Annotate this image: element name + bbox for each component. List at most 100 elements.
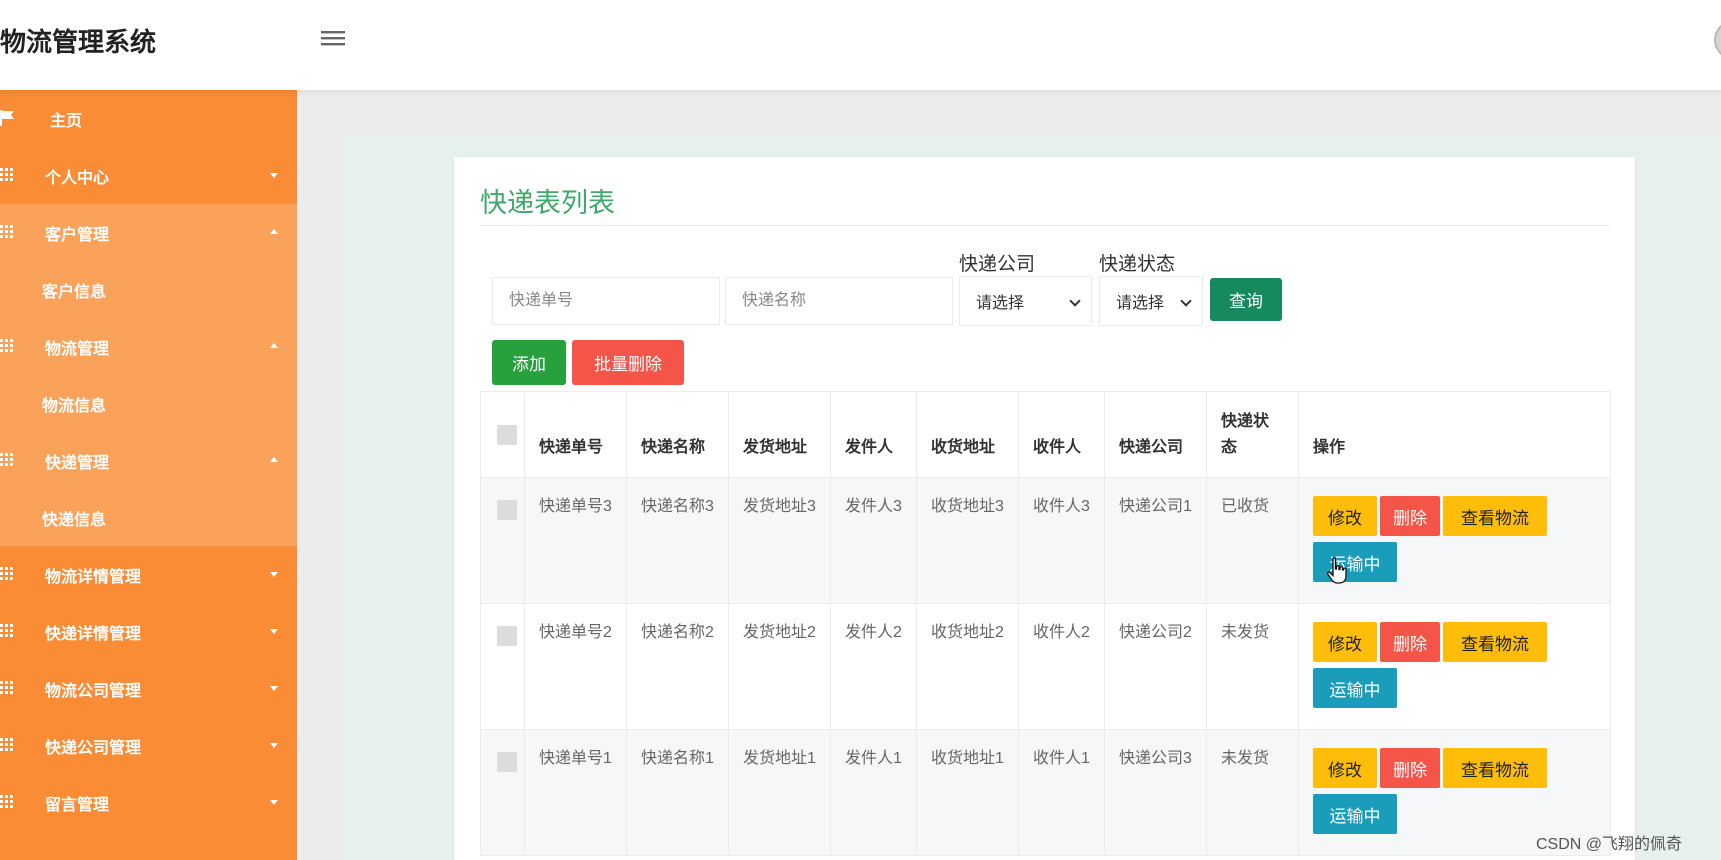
column-header: 快递单号 (524, 391, 627, 478)
delete-button[interactable]: 删除 (1380, 748, 1440, 788)
view-logistics-button[interactable]: 查看物流 (1443, 748, 1547, 788)
view-logistics-button[interactable]: 查看物流 (1443, 496, 1547, 536)
delete-button[interactable]: 删除 (1380, 622, 1440, 662)
grid-icon (0, 680, 16, 696)
sidebar-item-logistics-management[interactable]: 物流管理 (0, 318, 297, 375)
sidebar-item-label: 快递信息 (42, 511, 107, 529)
batch-delete-button[interactable]: 批量删除 (572, 340, 684, 385)
express-name-input[interactable] (725, 277, 953, 325)
column-header: 快递公司 (1104, 391, 1207, 478)
chevron-down-icon (1069, 295, 1081, 307)
status-select[interactable]: 请选择 (1099, 276, 1203, 326)
row-checkbox[interactable] (497, 626, 517, 646)
cell-number: 快递单号2 (524, 603, 627, 730)
sidebar-item-personal-center[interactable]: 个人中心 (0, 147, 297, 204)
row-select-cell (480, 477, 525, 604)
query-button[interactable]: 查询 (1210, 278, 1282, 321)
title-divider (480, 225, 1610, 226)
avatar[interactable] (1714, 20, 1721, 60)
flag-icon (0, 110, 16, 126)
company-select[interactable]: 请选择 (959, 276, 1092, 326)
cell-name: 快递名称2 (626, 603, 729, 730)
sidebar-item-label: 快递管理 (45, 454, 110, 472)
cell-company: 快递公司2 (1104, 603, 1207, 730)
row-checkbox[interactable] (497, 752, 517, 772)
sidebar: 主页 个人中心 客户管理 客户信息 物流管理 物流信息 快递管理 快递信息 物流… (0, 90, 297, 860)
sidebar-item-logistics-detail-management[interactable]: 物流详情管理 (0, 546, 297, 603)
in-transit-button[interactable]: 运输中 (1313, 668, 1397, 708)
company-filter-label: 快递公司 (959, 254, 1036, 275)
list-card: 快递表列表 快递公司 请选择 快递状态 请选择 查询 添加 批量删除 快递单号 … (454, 157, 1635, 860)
cell-number: 快递单号3 (524, 477, 627, 604)
cell-company: 快递公司3 (1104, 729, 1207, 856)
table-row: 快递单号2 快递名称2 发货地址2 发件人2 收货地址2 收件人2 快递公司2 … (480, 603, 1611, 730)
express-number-input[interactable] (492, 277, 720, 325)
grid-icon (0, 737, 16, 753)
company-select-value: 请选择 (976, 295, 1025, 312)
sidebar-item-customer-info[interactable]: 客户信息 (0, 261, 297, 318)
grid-icon (0, 452, 16, 468)
sidebar-item-label: 快递详情管理 (45, 625, 142, 643)
menu-toggle-button[interactable] (318, 24, 348, 52)
cell-from-address: 发货地址2 (728, 603, 831, 730)
chevron-down-icon (270, 743, 278, 748)
sidebar-item-label: 留言管理 (45, 796, 110, 814)
status-select-value: 请选择 (1116, 295, 1165, 312)
chevron-down-icon (270, 686, 278, 691)
cell-from-address: 发货地址3 (728, 477, 831, 604)
sidebar-item-customer-management[interactable]: 客户管理 (0, 204, 297, 261)
cell-from-address: 发货地址1 (728, 729, 831, 856)
cell-to-address: 收货地址2 (916, 603, 1019, 730)
grid-icon (0, 566, 16, 582)
grid-icon (0, 794, 16, 810)
sidebar-item-message-management[interactable]: 留言管理 (0, 774, 297, 831)
status-filter-label: 快递状态 (1099, 254, 1176, 275)
column-header: 操作 (1298, 391, 1611, 478)
cell-to-address: 收货地址3 (916, 477, 1019, 604)
grid-icon (0, 623, 16, 639)
cell-receiver: 收件人2 (1018, 603, 1105, 730)
cell-status: 未发货 (1206, 603, 1299, 730)
select-all-checkbox[interactable] (497, 424, 517, 445)
grid-icon (0, 167, 16, 183)
add-button[interactable]: 添加 (492, 340, 566, 385)
cell-status: 未发货 (1206, 729, 1299, 856)
sidebar-item-express-detail-management[interactable]: 快递详情管理 (0, 603, 297, 660)
chevron-down-icon (270, 629, 278, 634)
cell-status: 已收货 (1206, 477, 1299, 604)
sidebar-item-label: 物流公司管理 (45, 682, 142, 700)
select-all-cell (480, 391, 525, 478)
view-logistics-button[interactable]: 查看物流 (1443, 622, 1547, 662)
delete-button[interactable]: 删除 (1380, 496, 1440, 536)
table-row: 快递单号1 快递名称1 发货地址1 发件人1 收货地址1 收件人1 快递公司3 … (480, 729, 1611, 856)
cell-name: 快递名称3 (626, 477, 729, 604)
cell-number: 快递单号1 (524, 729, 627, 856)
sidebar-item-label: 主页 (50, 112, 83, 130)
chevron-down-icon (270, 800, 278, 805)
sidebar-item-express-company-management[interactable]: 快递公司管理 (0, 717, 297, 774)
column-header: 快递名称 (626, 391, 729, 478)
chevron-down-icon (270, 572, 278, 577)
edit-button[interactable]: 修改 (1313, 622, 1377, 662)
in-transit-button[interactable]: 运输中 (1313, 794, 1397, 834)
hamburger-icon (321, 31, 345, 46)
app-title: 物流管理系统 (0, 27, 157, 57)
cell-to-address: 收货地址1 (916, 729, 1019, 856)
cell-sender: 发件人2 (830, 603, 917, 730)
sidebar-item-logistics-info[interactable]: 物流信息 (0, 375, 297, 432)
sidebar-item-express-info[interactable]: 快递信息 (0, 489, 297, 546)
sidebar-item-logistics-company-management[interactable]: 物流公司管理 (0, 660, 297, 717)
column-header: 收件人 (1018, 391, 1105, 478)
edit-button[interactable]: 修改 (1313, 748, 1377, 788)
cell-company: 快递公司1 (1104, 477, 1207, 604)
express-table: 快递单号 快递名称 发货地址 发件人 收货地址 收件人 快递公司 快递状态 操作… (480, 391, 1611, 856)
table-header-row: 快递单号 快递名称 发货地址 发件人 收货地址 收件人 快递公司 快递状态 操作 (480, 391, 1611, 478)
row-checkbox[interactable] (497, 500, 517, 520)
column-header: 快递状态 (1206, 391, 1299, 478)
sidebar-item-express-management[interactable]: 快递管理 (0, 432, 297, 489)
edit-button[interactable]: 修改 (1313, 496, 1377, 536)
sidebar-item-label: 物流详情管理 (45, 568, 142, 586)
sidebar-item-home[interactable]: 主页 (0, 90, 297, 147)
chevron-down-icon (1180, 295, 1192, 307)
sidebar-item-label: 物流管理 (45, 340, 110, 358)
